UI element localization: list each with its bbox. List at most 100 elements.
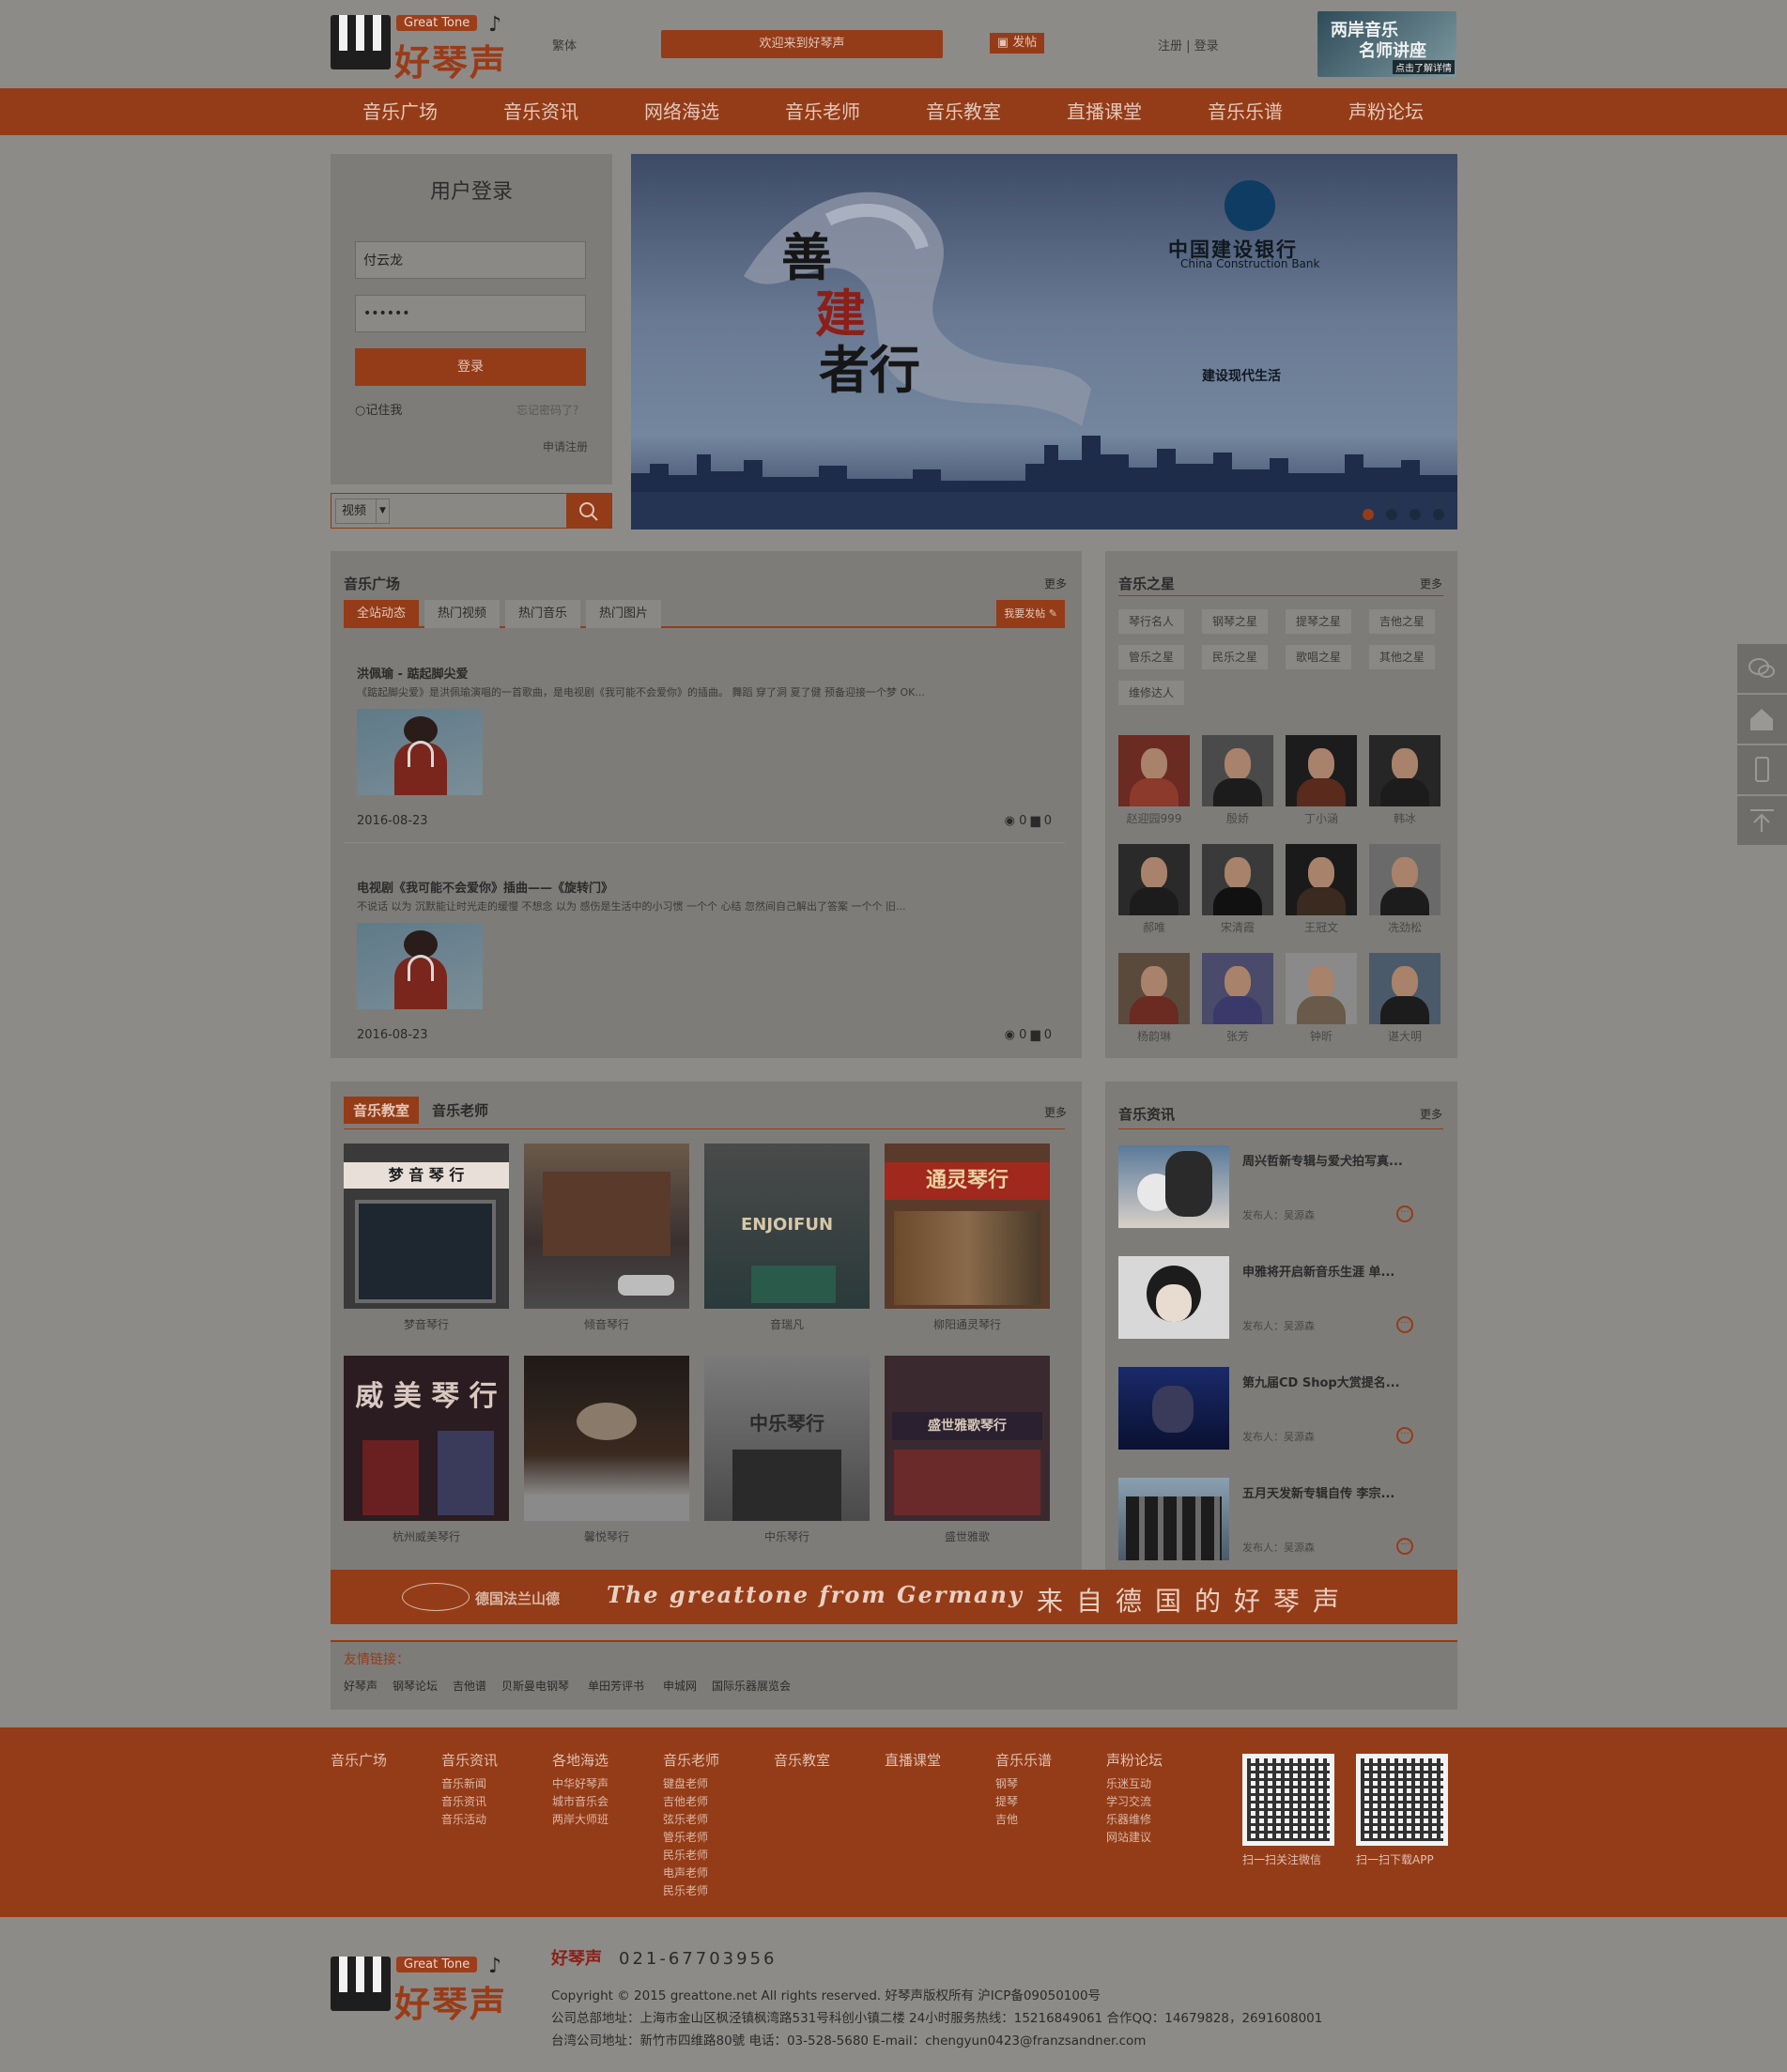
- friend-link[interactable]: 贝斯曼电钢琴: [501, 1678, 569, 1694]
- news-title[interactable]: 申雅将开启新音乐生涯 单...: [1242, 1262, 1394, 1280]
- post-title[interactable]: 电视剧《我可能不会爱你》插曲——《旋转门》: [357, 878, 1052, 896]
- footer-link[interactable]: 弦乐老师: [663, 1811, 719, 1829]
- nav-item-news[interactable]: 音乐资讯: [503, 88, 578, 135]
- school-card[interactable]: 盛世雅歌琴行 盛世雅歌: [885, 1356, 1050, 1544]
- footer-col-head[interactable]: 音乐教室: [774, 1750, 830, 1770]
- footer-col-head[interactable]: 各地海选: [552, 1750, 609, 1770]
- star-card[interactable]: 王冠文: [1286, 844, 1357, 935]
- list-item[interactable]: 电视剧《我可能不会爱你》插曲——《旋转门》 不说话 以为 沉默能让时光走的缓慢 …: [357, 878, 1052, 1056]
- footer-link[interactable]: 民乐老师: [663, 1882, 719, 1900]
- classroom-more-link[interactable]: 更多: [1044, 1104, 1067, 1120]
- footer-link[interactable]: 中华好琴声: [552, 1775, 609, 1793]
- friend-link[interactable]: 吉他谱: [453, 1678, 486, 1694]
- star-card[interactable]: 张芳: [1202, 953, 1273, 1044]
- footer-link[interactable]: 音乐活动: [441, 1811, 498, 1829]
- star-tag[interactable]: 民乐之星: [1202, 645, 1268, 669]
- star-card[interactable]: 殷娇: [1202, 735, 1273, 826]
- list-item[interactable]: 洪佩瑜 - 踮起脚尖爱 《踮起脚尖爱》是洪佩瑜演唱的一首歌曲，是电视剧《我可能不…: [344, 664, 1065, 852]
- footer-link[interactable]: 学习交流: [1106, 1793, 1163, 1811]
- nav-item-audition[interactable]: 网络海选: [644, 88, 719, 135]
- star-card[interactable]: 郝唯: [1118, 844, 1190, 935]
- star-tag[interactable]: 吉他之星: [1369, 609, 1435, 634]
- apply-register-link[interactable]: 申请注册: [543, 438, 588, 454]
- more-icon[interactable]: ···: [1396, 1316, 1413, 1333]
- news-title[interactable]: 五月天发新专辑自传 李宗...: [1242, 1483, 1394, 1501]
- carousel-dot-2[interactable]: [1386, 509, 1397, 520]
- footer-link[interactable]: 电声老师: [663, 1865, 719, 1882]
- carousel-dot-3[interactable]: [1410, 509, 1421, 520]
- footer-link[interactable]: 音乐新闻: [441, 1775, 498, 1793]
- lecture-promo[interactable]: 两岸音乐 名师讲座 点击了解详情: [1317, 11, 1456, 77]
- star-tag[interactable]: 歌唱之星: [1286, 645, 1351, 669]
- footer-link[interactable]: 民乐老师: [663, 1847, 719, 1865]
- star-card[interactable]: 谌大明: [1369, 953, 1440, 1044]
- school-card[interactable]: 通灵琴行 柳阳通灵琴行: [885, 1143, 1050, 1332]
- search-category-select[interactable]: 视频 ▼: [335, 499, 390, 524]
- tab-hot-images[interactable]: 热门图片: [586, 600, 662, 628]
- footer-col-head[interactable]: 直播课堂: [885, 1750, 941, 1770]
- germany-banner[interactable]: 德国法兰山德 The greattone from Germany 来自德国的好…: [331, 1570, 1457, 1624]
- footer-link[interactable]: 网站建议: [1106, 1829, 1163, 1847]
- school-card[interactable]: 威 美 琴 行 杭州威美琴行: [344, 1356, 509, 1544]
- school-card[interactable]: 中乐琴行 中乐琴行: [704, 1356, 870, 1544]
- list-item[interactable]: 周兴哲新专辑与爱犬拍写真... 发布人：吴源森 ···: [1118, 1145, 1428, 1228]
- star-tag[interactable]: 管乐之星: [1118, 645, 1184, 669]
- school-card[interactable]: 倾音琴行: [524, 1143, 689, 1332]
- carousel-dot-4[interactable]: [1433, 509, 1444, 520]
- news-title[interactable]: 第九届CD Shop大赏提名...: [1242, 1373, 1400, 1390]
- star-card[interactable]: 赵迎园999: [1118, 735, 1190, 826]
- carousel-dot-1[interactable]: [1363, 509, 1374, 520]
- footer-link[interactable]: 吉他: [995, 1811, 1052, 1829]
- more-icon[interactable]: ···: [1396, 1538, 1413, 1555]
- login-button[interactable]: 登录: [355, 348, 586, 386]
- tab-classroom[interactable]: 音乐教室: [344, 1097, 420, 1124]
- footer-link[interactable]: 键盘老师: [663, 1775, 719, 1793]
- post-thumbnail[interactable]: [357, 709, 483, 795]
- star-card[interactable]: 宋清霞: [1202, 844, 1273, 935]
- password-input[interactable]: [355, 295, 586, 332]
- forgot-password-link[interactable]: 忘记密码了？: [516, 402, 584, 418]
- nav-item-teachers[interactable]: 音乐老师: [785, 88, 860, 135]
- nav-item-live[interactable]: 直播课堂: [1067, 88, 1142, 135]
- tab-hot-video[interactable]: 热门视频: [424, 600, 501, 628]
- post-title[interactable]: 洪佩瑜 - 踮起脚尖爱: [357, 664, 1052, 682]
- news-more-link[interactable]: 更多: [1420, 1106, 1442, 1122]
- footer-col-head[interactable]: 音乐老师: [663, 1750, 719, 1770]
- back-to-top-icon[interactable]: [1737, 796, 1787, 845]
- site-logo[interactable]: Great Tone 好琴声 ♪: [331, 13, 518, 84]
- nav-item-classroom[interactable]: 音乐教室: [926, 88, 1001, 135]
- friend-link[interactable]: 申城网: [663, 1678, 697, 1694]
- register-link[interactable]: 注册: [1158, 39, 1182, 54]
- friend-link[interactable]: 好琴声: [344, 1678, 377, 1694]
- footer-col-head[interactable]: 音乐广场: [331, 1750, 387, 1770]
- wechat-icon[interactable]: [1737, 644, 1787, 693]
- list-item[interactable]: 申雅将开启新音乐生涯 单... 发布人：吴源森 ···: [1118, 1256, 1428, 1339]
- tab-teachers[interactable]: 音乐老师: [432, 1100, 488, 1120]
- star-tag[interactable]: 提琴之星: [1286, 609, 1351, 634]
- home-icon[interactable]: [1737, 695, 1787, 744]
- news-title[interactable]: 周兴哲新专辑与爱犬拍写真...: [1242, 1151, 1403, 1169]
- new-post-button[interactable]: 我要发帖 ✎: [996, 600, 1065, 628]
- star-card[interactable]: 韩冰: [1369, 735, 1440, 826]
- plaza-more-link[interactable]: 更多: [1044, 576, 1067, 591]
- more-icon[interactable]: ···: [1396, 1427, 1413, 1444]
- nav-item-forum[interactable]: 声粉论坛: [1348, 88, 1424, 135]
- footer-link[interactable]: 乐迷互动: [1106, 1775, 1163, 1793]
- footer-col-head[interactable]: 音乐乐谱: [995, 1750, 1052, 1770]
- search-button[interactable]: [566, 494, 611, 528]
- star-card[interactable]: 丁小涵: [1286, 735, 1357, 826]
- footer-link[interactable]: 城市音乐会: [552, 1793, 609, 1811]
- remember-checkbox[interactable]: ○记住我: [355, 400, 402, 418]
- list-item[interactable]: 五月天发新专辑自传 李宗... 发布人：吴源森 ···: [1118, 1478, 1428, 1560]
- mobile-icon[interactable]: [1737, 745, 1787, 794]
- school-card[interactable]: 梦 音 琴 行 梦音琴行: [344, 1143, 509, 1332]
- more-icon[interactable]: ···: [1396, 1205, 1413, 1222]
- star-tag[interactable]: 琴行名人: [1118, 609, 1184, 634]
- star-tag[interactable]: 维修达人: [1118, 681, 1184, 705]
- school-card[interactable]: 馨悦琴行: [524, 1356, 689, 1544]
- stars-more-link[interactable]: 更多: [1420, 576, 1442, 591]
- list-item[interactable]: 第九届CD Shop大赏提名... 发布人：吴源森 ···: [1118, 1367, 1428, 1450]
- school-card[interactable]: ENJOIFUN 音瑞凡: [704, 1143, 870, 1332]
- star-tag[interactable]: 其他之星: [1369, 645, 1435, 669]
- star-card[interactable]: 杨韵琳: [1118, 953, 1190, 1044]
